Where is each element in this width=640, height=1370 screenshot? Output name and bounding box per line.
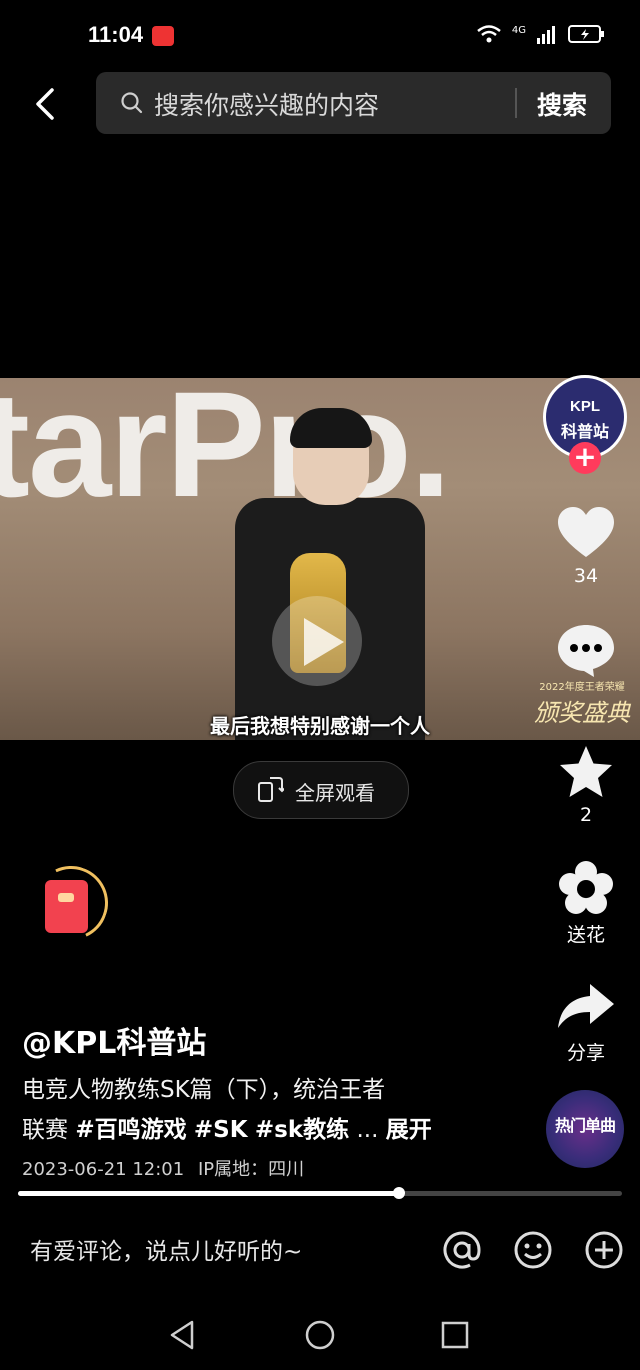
wifi-icon <box>477 25 501 43</box>
progress-handle[interactable] <box>393 1187 405 1199</box>
status-time: 11:04 <box>88 22 144 47</box>
back-icon[interactable] <box>30 84 66 124</box>
signal-icon <box>537 26 555 44</box>
nav-recents-icon[interactable] <box>438 1318 472 1352</box>
comment-icon[interactable] <box>556 622 616 678</box>
video-person-hair <box>290 408 372 448</box>
mention-icon[interactable] <box>442 1230 482 1270</box>
video-subtitle: 最后我想特别感谢一个人 <box>210 714 430 738</box>
description-prefix: 联赛 <box>22 1117 68 1143</box>
progress-fill <box>18 1191 399 1196</box>
search-divider <box>515 88 517 118</box>
comment-input[interactable]: 有爱评论，说点儿好听的~ <box>30 1232 302 1266</box>
avatar-text-name: 科普站 <box>560 422 609 441</box>
add-icon[interactable] <box>584 1230 624 1270</box>
status-indicators: 4G <box>476 24 606 44</box>
gift-label: 送花 <box>566 924 605 946</box>
battery-icon <box>568 25 604 43</box>
follow-button[interactable]: + <box>569 442 601 474</box>
flower-icon[interactable] <box>556 860 616 916</box>
author-name[interactable]: @KPL科普站 <box>22 1018 206 1062</box>
description-line-1: 电竞人物教练SK篇（下），统治王者 <box>22 1077 386 1103</box>
nav-home-icon[interactable] <box>303 1318 337 1352</box>
description-line-2: 联赛 #百鸣游戏 #SK #sk教练 ... 展开 <box>22 1110 432 1144</box>
hashtag[interactable]: #sk教练 <box>255 1117 349 1143</box>
app-notification-icon <box>152 26 174 46</box>
play-icon <box>304 618 344 666</box>
hashtag[interactable]: #SK <box>194 1117 248 1143</box>
red-packet-icon[interactable] <box>45 880 88 933</box>
event-logo-year: 2022年度王者荣耀 <box>539 682 625 693</box>
search-icon <box>121 92 143 114</box>
fullscreen-label: 全屏观看 <box>295 781 375 805</box>
heart-icon[interactable] <box>556 505 616 561</box>
nav-back-icon[interactable] <box>166 1318 200 1352</box>
hashtag[interactable]: #百鸣游戏 <box>75 1117 186 1143</box>
emoji-icon[interactable] <box>513 1230 553 1270</box>
avatar-text-kpl: KPL <box>570 398 600 415</box>
red-packet-seal <box>58 893 74 902</box>
search-input[interactable]: 搜索你感兴趣的内容 <box>154 86 379 122</box>
expand-link[interactable]: 展开 <box>386 1117 432 1143</box>
share-icon[interactable] <box>556 980 616 1036</box>
like-count: 34 <box>573 565 599 587</box>
search-button[interactable]: 搜索 <box>537 86 587 122</box>
rotate-screen-icon <box>258 777 284 802</box>
ellipsis: ... <box>356 1117 379 1143</box>
star-icon[interactable] <box>556 744 616 800</box>
post-date: 2023-06-21 12:01 <box>22 1159 185 1180</box>
post-meta: 2023-06-21 12:01 IP属地：四川 <box>22 1155 304 1181</box>
network-type: 4G <box>511 24 526 36</box>
share-label: 分享 <box>566 1042 605 1064</box>
music-label: 热门单曲 <box>554 1116 616 1135</box>
favorite-count: 2 <box>579 804 593 826</box>
ip-location: IP属地：四川 <box>197 1159 305 1180</box>
